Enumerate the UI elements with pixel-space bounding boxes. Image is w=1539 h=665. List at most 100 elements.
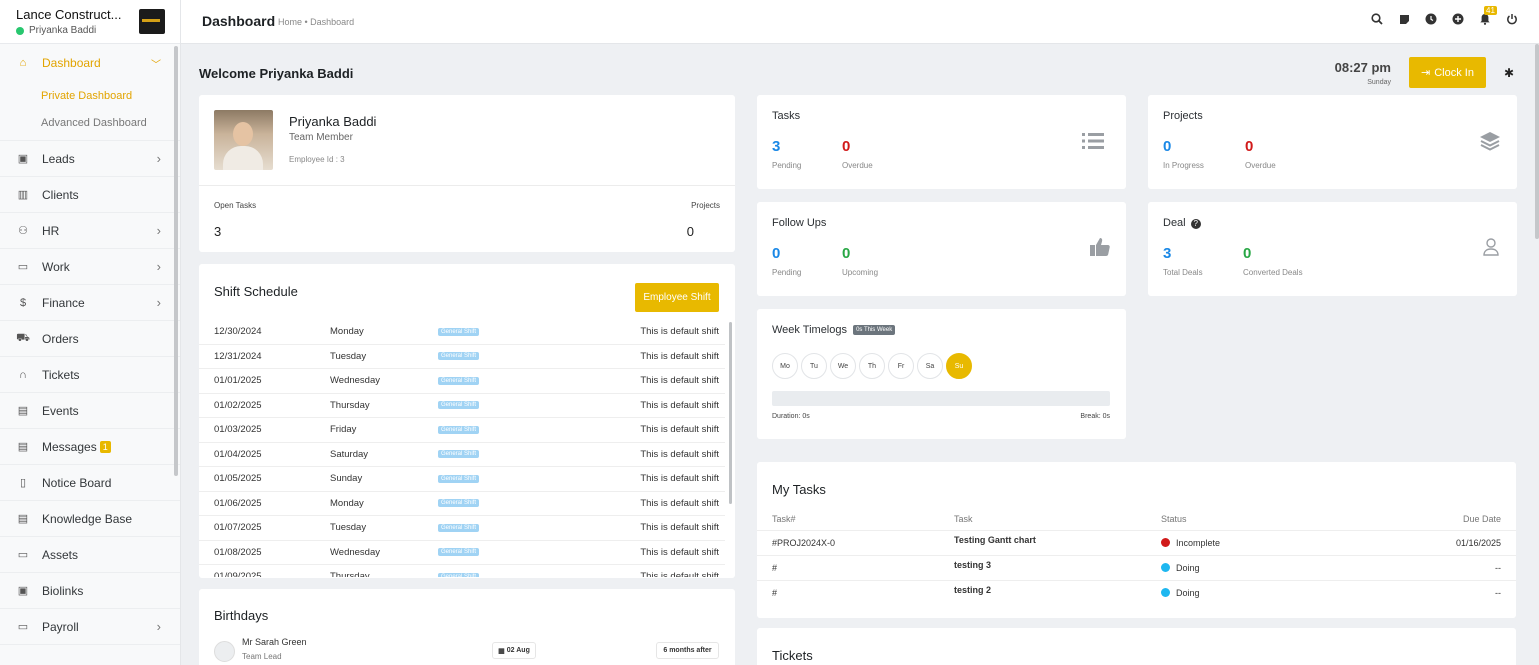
day-sa[interactable]: Sa [917,353,943,379]
table-row: 01/05/2025 Sunday General Shift This is def… [199,467,725,492]
sidebar-item-biolinks[interactable]: ▣ Biolinks [0,573,180,609]
sidebar-item-finance[interactable]: $ Finance › [0,285,180,321]
task-number[interactable]: # [772,588,777,598]
sticky-note-icon[interactable] [1397,12,1411,26]
employee-shift-button[interactable]: Employee Shift [635,283,719,312]
sidebar-item-leads[interactable]: ▣ Leads › [0,141,180,177]
tasks-overdue-count[interactable]: 0 [842,138,850,155]
table-row: # testing 2 Doing -- [757,580,1516,605]
day-su[interactable]: Su [946,353,972,379]
list-icon [1082,133,1104,154]
tasks-title: Tasks [772,110,801,122]
projects-in-progress-label: In Progress [1163,161,1204,170]
sidebar-item-work[interactable]: ▭ Work › [0,249,180,285]
day-th[interactable]: Th [859,353,885,379]
sidebar-item-label: Orders [42,331,79,346]
sidebar-item-dashboard[interactable]: ⌂ Dashboard ﹀ [0,44,180,82]
projects-label: Projects [691,201,720,210]
table-row: 01/01/2025 Wednesday General Shift This is … [199,369,725,394]
shift-note: This is default shift [640,473,719,485]
sidebar-subitem-private-dashboard[interactable]: Private Dashboard [0,82,180,109]
chevron-right-icon: › [156,223,161,238]
sidebar-item-orders[interactable]: ⛟ Orders [0,321,180,357]
sidebar-user-name: Priyanka Baddi [29,25,97,36]
sidebar-item-knowledge-base[interactable]: ▤ Knowledge Base [0,501,180,537]
table-row: 01/03/2025 Friday General Shift This is def… [199,418,725,443]
chevron-right-icon: › [156,151,161,166]
status-dot-icon [1161,563,1170,572]
shift-note: This is default shift [640,399,719,411]
shift-type-badge: General Shift [438,450,480,459]
sidebar-item-label: Clients [42,187,79,202]
tickets-title: Tickets [772,648,813,663]
login-icon: ⇥ [1421,67,1431,79]
projects-in-progress-count[interactable]: 0 [1163,138,1171,155]
shift-type-badge: General Shift [438,376,480,385]
power-icon[interactable] [1505,12,1519,26]
sidebar-item-messages[interactable]: ▤ Messages 1 [0,429,180,465]
tasks-pending-count[interactable]: 3 [772,138,780,155]
shift-type-badge: General Shift [438,523,480,532]
sidebar-header[interactable]: Lance Construct... Priyanka Baddi [0,0,180,44]
shift-type-badge: General Shift [438,327,480,336]
sidebar-item-payroll[interactable]: ▭ Payroll › [0,609,180,645]
day-mo[interactable]: Mo [772,353,798,379]
break-text: Break: 0s [1080,413,1110,420]
sidebar-item-clients[interactable]: ▥ Clients [0,177,180,213]
task-name[interactable]: testing 2 [954,585,991,595]
deal-converted-count[interactable]: 0 [1243,245,1251,262]
clock-in-button[interactable]: ⇥ Clock In [1409,57,1486,88]
sidebar-subitem-advanced-dashboard[interactable]: Advanced Dashboard [0,109,180,136]
open-tasks-count[interactable]: 3 [214,224,221,239]
deal-converted-label: Converted Deals [1243,268,1303,277]
briefcase-icon: ▭ [17,261,29,273]
shift-day: Thursday [330,571,370,577]
search-icon[interactable] [1370,12,1384,26]
deal-card: Deal ? 3 0 Total Deals Converted Deals [1148,202,1517,296]
follow-ups-upcoming-count[interactable]: 0 [842,245,850,262]
task-status: Doing [1161,588,1200,598]
sidebar-item-hr[interactable]: ⚇ HR › [0,213,180,249]
deal-total-count[interactable]: 3 [1163,245,1171,262]
shift-date: 12/30/2024 [214,326,262,338]
sidebar-item-label: Finance [42,295,85,310]
day-fr[interactable]: Fr [888,353,914,379]
birthday-person-role: Team Lead [242,652,282,661]
breadcrumb[interactable]: Home • Dashboard [278,17,354,27]
sidebar-item-label: Events [42,403,79,418]
projects-count[interactable]: 0 [687,224,694,239]
profile-role: Team Member [289,132,353,143]
sidebar-item-tickets[interactable]: ∩ Tickets [0,357,180,393]
shift-date: 01/06/2025 [214,497,262,509]
gear-icon[interactable]: ✱ [1504,66,1514,80]
main-scrollbar[interactable] [1535,44,1539,239]
question-circle-icon[interactable]: ? [1190,219,1201,229]
day-tu[interactable]: Tu [801,353,827,379]
status-dot-icon [1161,538,1170,547]
task-number[interactable]: # [772,563,777,573]
follow-ups-pending-count[interactable]: 0 [772,245,780,262]
task-number[interactable]: #PROJ2024X-0 [772,538,835,548]
clock-icon[interactable] [1424,12,1438,26]
sidebar-item-assets[interactable]: ▭ Assets [0,537,180,573]
shift-day: Tuesday [330,522,367,534]
avatar [214,110,273,170]
hr-icon: ⚇ [18,225,28,237]
shift-type-badge: General Shift [438,548,480,557]
bell-icon[interactable]: 41 [1478,6,1497,26]
projects-overdue-count[interactable]: 0 [1245,138,1253,155]
shift-scrollbar[interactable] [729,322,732,504]
task-name[interactable]: Testing Gantt chart [954,535,1036,545]
add-circle-icon[interactable] [1451,12,1465,26]
birthday-person-name[interactable]: Mr Sarah Green [242,637,307,647]
sidebar-item-events[interactable]: ▤ Events [0,393,180,429]
profile-name[interactable]: Priyanka Baddi [289,114,376,129]
day-we[interactable]: We [830,353,856,379]
task-status-label: Incomplete [1176,538,1221,548]
shift-date: 01/09/2025 [214,571,262,577]
employee-id: Employee Id : 3 [289,155,345,164]
shift-date: 01/02/2025 [214,399,262,411]
sidebar-item-notice-board[interactable]: ▯ Notice Board [0,465,180,501]
sidebar-scrollbar[interactable] [174,46,178,476]
task-name[interactable]: testing 3 [954,560,991,570]
